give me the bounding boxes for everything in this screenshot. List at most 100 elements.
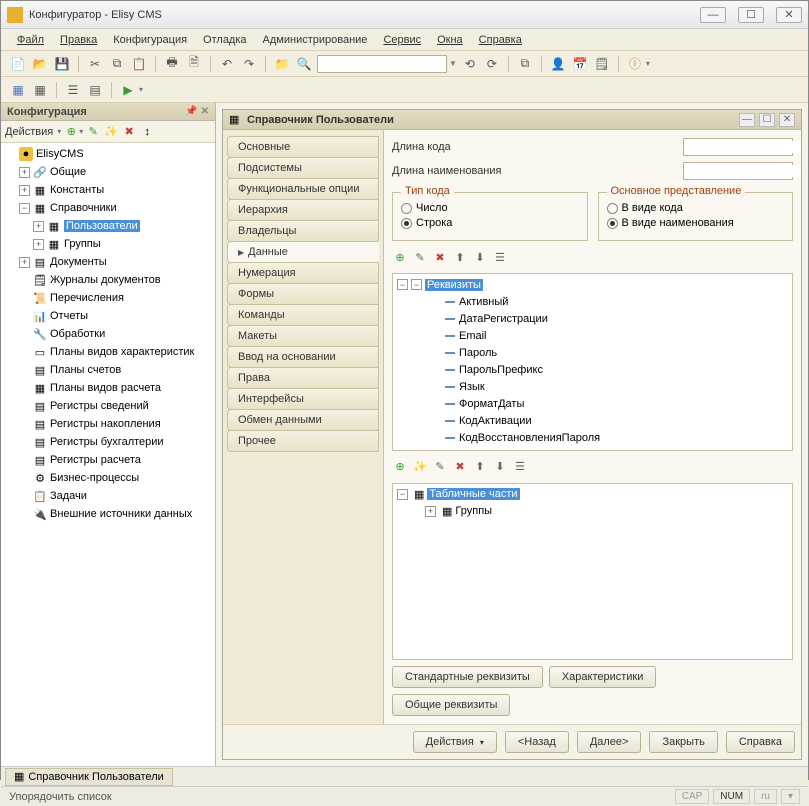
menu-file[interactable]: Файл	[11, 32, 50, 48]
tabular-tree[interactable]: − ▦ Табличные части + ▦ Группы	[392, 483, 793, 661]
tab-Владельцы[interactable]: Владельцы	[227, 220, 379, 242]
req-sort-icon[interactable]: ☰	[492, 249, 508, 265]
tab-Формы[interactable]: Формы	[227, 283, 379, 305]
menu-windows[interactable]: Окна	[431, 32, 469, 48]
tab-up-icon[interactable]: ⬆	[472, 459, 488, 475]
nav-back-icon[interactable]: ⟲	[461, 55, 479, 73]
tree-item[interactable]: ▤Регистры сведений	[3, 397, 213, 415]
req-down-icon[interactable]: ⬇	[472, 249, 488, 265]
tree-item[interactable]: 🔌Внешние источники данных	[3, 505, 213, 523]
code-length-input[interactable]: ▲▼	[683, 138, 793, 156]
save-icon[interactable]: 💾	[53, 55, 71, 73]
open-icon[interactable]: 📂	[31, 55, 49, 73]
tree-item[interactable]: 📋Задачи	[3, 487, 213, 505]
tree-item[interactable]: +▦Группы	[3, 235, 213, 253]
tab-Обмен данными[interactable]: Обмен данными	[227, 409, 379, 431]
preview-icon[interactable]: 🗎	[185, 55, 203, 73]
wand-icon[interactable]: ✨	[103, 124, 119, 140]
requisite-item[interactable]: ДатаРегистрации	[395, 310, 790, 327]
tree-item[interactable]: 📊Отчеты	[3, 307, 213, 325]
tab-Нумерация[interactable]: Нумерация	[227, 262, 379, 284]
delete-icon[interactable]: ✖	[121, 124, 137, 140]
common-requisites-button[interactable]: Общие реквизиты	[392, 694, 510, 716]
db-cfg-icon[interactable]: ▦	[9, 81, 27, 99]
req-up-icon[interactable]: ⬆	[452, 249, 468, 265]
inner-close-button[interactable]: ✕	[779, 113, 795, 127]
requisite-item[interactable]: Пароль	[395, 344, 790, 361]
requisites-tree[interactable]: − − Реквизиты АктивныйДатаРегистрацииEma…	[392, 273, 793, 451]
menu-debug[interactable]: Отладка	[197, 32, 252, 48]
requisite-item[interactable]: ФорматДаты	[395, 395, 790, 412]
tree-item[interactable]: ▭Планы видов характеристик	[3, 343, 213, 361]
name-length-input[interactable]: ▲▼	[683, 162, 793, 180]
combo-arrow-icon[interactable]: ▼	[449, 59, 457, 68]
requisite-item[interactable]: ПарольПрефикс	[395, 361, 790, 378]
tab-Основные[interactable]: Основные	[227, 136, 379, 158]
grid-icon[interactable]: ▤	[86, 81, 104, 99]
tab-sort-icon[interactable]: ☰	[512, 459, 528, 475]
tab-Функциональные опции[interactable]: Функциональные опции	[227, 178, 379, 200]
calc-icon[interactable]: 🗒	[593, 55, 611, 73]
tab-Иерархия[interactable]: Иерархия	[227, 199, 379, 221]
info-icon[interactable]: ⓘ	[626, 55, 644, 73]
tree-item[interactable]: 🗒Журналы документов	[3, 271, 213, 289]
radio-as-name[interactable]: В виде наименования	[607, 217, 785, 229]
tab-down-icon[interactable]: ⬇	[492, 459, 508, 475]
req-add-icon[interactable]: ⊕	[392, 249, 408, 265]
copy-struct-icon[interactable]: ⧉	[516, 55, 534, 73]
maximize-button[interactable]: ☐	[738, 7, 764, 23]
tree-item[interactable]: ▦Планы видов расчета	[3, 379, 213, 397]
nav-fwd-icon[interactable]: ⟳	[483, 55, 501, 73]
minimize-button[interactable]: —	[700, 7, 726, 23]
run-arrow-icon[interactable]: ▾	[139, 85, 143, 94]
add-arrow-icon[interactable]: ▾	[79, 127, 83, 136]
actions-arrow-icon[interactable]: ▾	[57, 127, 61, 136]
requisite-item[interactable]: ДатаАктивности	[395, 446, 790, 451]
filter-icon[interactable]: ↕	[139, 124, 155, 140]
tab-Подсистемы[interactable]: Подсистемы	[227, 157, 379, 179]
tab-Команды[interactable]: Команды	[227, 304, 379, 326]
syntax-icon[interactable]: 👤	[549, 55, 567, 73]
inner-maximize-button[interactable]: ☐	[759, 113, 775, 127]
info-arrow-icon[interactable]: ▾	[646, 59, 650, 68]
tab-add-icon[interactable]: ⊕	[392, 459, 408, 475]
tree-item[interactable]: ▤Регистры расчета	[3, 451, 213, 469]
doc-tab[interactable]: ▦ Справочник Пользователи	[5, 768, 173, 786]
tab-wand-icon[interactable]: ✨	[412, 459, 428, 475]
radio-string[interactable]: Строка	[401, 217, 579, 229]
radio-as-code[interactable]: В виде кода	[607, 202, 785, 214]
tab-Интерфейсы[interactable]: Интерфейсы	[227, 388, 379, 410]
collapse-icon[interactable]: −	[411, 279, 422, 290]
folder-icon[interactable]: 📁	[273, 55, 291, 73]
tree-root[interactable]: ● ElisyCMS	[3, 145, 213, 163]
next-button[interactable]: Далее>	[577, 731, 642, 753]
tab-Права[interactable]: Права	[227, 367, 379, 389]
requisite-item[interactable]: Активный	[395, 293, 790, 310]
db-update-icon[interactable]: ▦	[31, 81, 49, 99]
tab-Данные[interactable]: Данные	[227, 241, 379, 263]
actions-button[interactable]: Действия ▾	[413, 731, 497, 753]
requisite-item[interactable]: Язык	[395, 378, 790, 395]
new-icon[interactable]: 📄	[9, 55, 27, 73]
tree-item[interactable]: 🔧Обработки	[3, 325, 213, 343]
search-combo[interactable]	[317, 55, 447, 73]
tab-Макеты[interactable]: Макеты	[227, 325, 379, 347]
menu-help[interactable]: Справка	[473, 32, 528, 48]
tabular-item[interactable]: + ▦ Группы	[395, 503, 790, 520]
actions-label[interactable]: Действия	[5, 126, 53, 138]
print-icon[interactable]: 🖶	[163, 55, 181, 73]
tab-Ввод на основании[interactable]: Ввод на основании	[227, 346, 379, 368]
tab-edit-icon[interactable]: ✎	[432, 459, 448, 475]
tree-item[interactable]: +▤Документы	[3, 253, 213, 271]
menu-edit[interactable]: Правка	[54, 32, 103, 48]
undo-icon[interactable]: ↶	[218, 55, 236, 73]
status-lang[interactable]: ru	[754, 789, 777, 804]
menu-admin[interactable]: Администрирование	[257, 32, 374, 48]
tree-item[interactable]: +▦Константы	[3, 181, 213, 199]
tree-item[interactable]: ⚙Бизнес-процессы	[3, 469, 213, 487]
edit-icon[interactable]: ✎	[85, 124, 101, 140]
tree-item[interactable]: +▦Пользователи	[3, 217, 213, 235]
list-icon[interactable]: ☰	[64, 81, 82, 99]
collapse-icon[interactable]: −	[397, 489, 408, 500]
search-icon[interactable]: 🔍	[295, 55, 313, 73]
